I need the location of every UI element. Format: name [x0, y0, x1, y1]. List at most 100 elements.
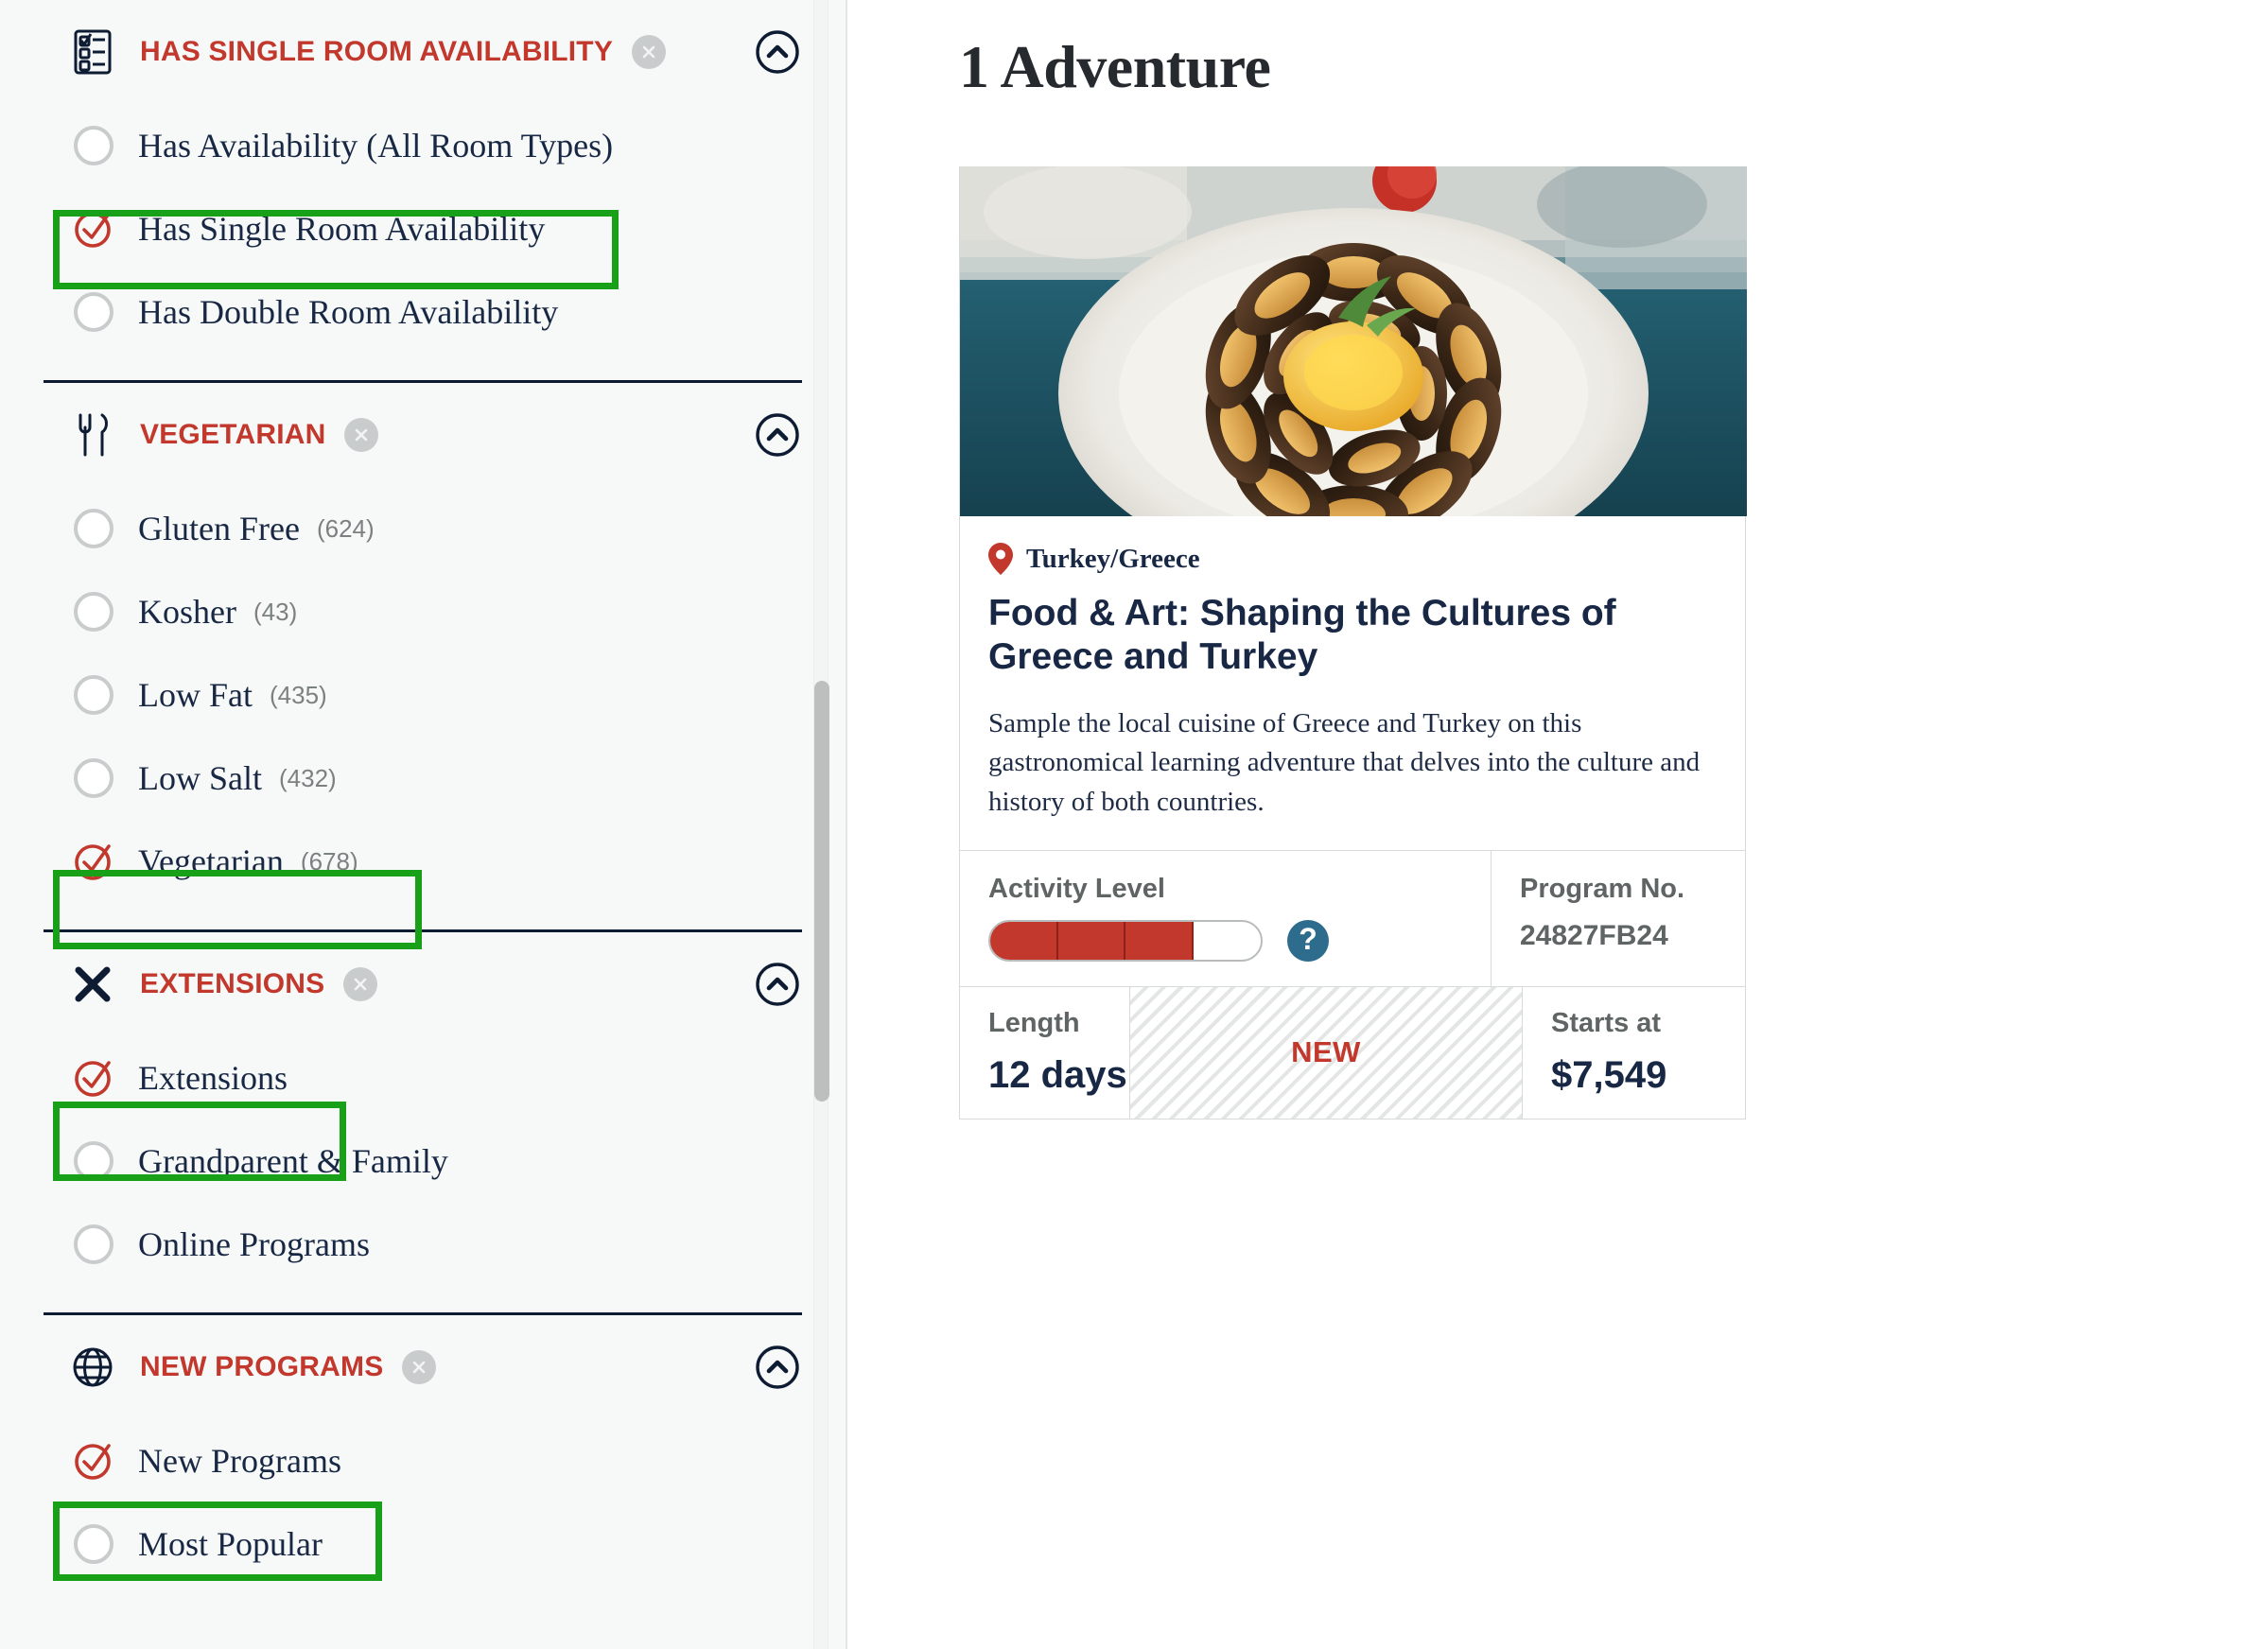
checklist-icon [70, 29, 115, 75]
filter-option[interactable]: Gluten Free (624) [0, 487, 802, 570]
price-cell: Starts at $7,549 [1523, 987, 1745, 1119]
filter-option-label: Low Fat [138, 676, 253, 714]
radio-unchecked-icon [74, 758, 113, 798]
length-cell: Length 12 days [960, 986, 1130, 1119]
activity-level-meter-wrap: ? [988, 919, 1462, 962]
check-circle-icon [71, 1055, 116, 1101]
filter-option[interactable]: Has Double Room Availability [0, 270, 802, 354]
facet-new-programs: NEW PROGRAMS New Programs Most Popular [0, 1315, 846, 1612]
filter-option[interactable]: Vegetarian (678) [0, 820, 802, 903]
check-circle-icon [71, 206, 116, 252]
filter-option-label: Has Double Room Availability [138, 293, 559, 331]
facet-title: EXTENSIONS [140, 968, 325, 999]
program-number-value: 24827FB24 [1520, 919, 1668, 951]
adventure-card[interactable]: Turkey/Greece Food & Art: Shaping the Cu… [959, 166, 1747, 1120]
clear-filter-icon[interactable] [402, 1350, 437, 1384]
length-value: 12 days [988, 1053, 1127, 1096]
facet-header[interactable]: NEW PROGRAMS [0, 1315, 846, 1419]
filter-option-label: Extensions [138, 1059, 288, 1097]
card-info-row-length-price: Length 12 days NEW Starts at $7,549 [960, 985, 1745, 1119]
filter-option[interactable]: Low Fat (435) [0, 653, 802, 737]
filters-sidebar: HAS SINGLE ROOM AVAILABILITY Has Availab… [0, 0, 847, 1649]
facet-options: Has Availability (All Room Types) Has Si… [0, 104, 846, 380]
filter-option[interactable]: Online Programs [0, 1203, 802, 1286]
clear-filter-icon[interactable] [632, 35, 667, 69]
filter-option[interactable]: Most Popular [0, 1502, 802, 1586]
filter-option[interactable]: Grandparent & Family [0, 1120, 802, 1203]
location-label: Turkey/Greece [1026, 543, 1200, 574]
radio-unchecked-icon [74, 126, 113, 165]
filter-option[interactable]: Low Salt (432) [0, 737, 802, 820]
activity-level-meter [988, 919, 1263, 962]
facet-options: New Programs Most Popular [0, 1419, 846, 1612]
filter-option-label: Has Availability (All Room Types) [138, 127, 614, 165]
new-badge-cell: NEW [1130, 986, 1523, 1119]
filter-option[interactable]: Extensions [0, 1036, 802, 1120]
filter-option-label: Low Salt [138, 759, 262, 797]
results-count-heading: 1 Adventure [959, 33, 1271, 100]
search-results-page: HAS SINGLE ROOM AVAILABILITY Has Availab… [0, 0, 2268, 1649]
filter-option[interactable]: New Programs [0, 1419, 802, 1502]
filter-option[interactable]: Kosher (43) [0, 570, 802, 653]
chevron-up-icon[interactable] [753, 27, 802, 77]
facet-title: NEW PROGRAMS [140, 1351, 384, 1382]
activity-segment-2 [1057, 921, 1125, 960]
chevron-up-icon[interactable] [753, 410, 802, 460]
program-number-label: Program No. [1520, 873, 1685, 904]
adventure-description: Sample the local cuisine of Greece and T… [988, 708, 1701, 817]
card-info-row-activity: Activity Level ? Program No. 24827FB24 [960, 849, 1745, 986]
facet-header[interactable]: EXTENSIONS [0, 932, 846, 1036]
status-badge: NEW [1291, 1035, 1361, 1069]
filters-list: HAS SINGLE ROOM AVAILABILITY Has Availab… [0, 0, 846, 1612]
activity-segment-4 [1194, 922, 1262, 960]
filter-option-label: New Programs [138, 1442, 341, 1480]
chevron-up-icon[interactable] [753, 960, 802, 1009]
filter-option-count: (43) [253, 597, 298, 626]
filter-option-label: Grandparent & Family [138, 1142, 448, 1180]
check-circle-icon [71, 839, 116, 884]
filter-option-count: (678) [300, 846, 358, 876]
sidebar-scrollbar-track[interactable] [813, 0, 829, 1649]
activity-level-cell: Activity Level ? [960, 850, 1492, 986]
radio-unchecked-icon [74, 675, 113, 715]
sidebar-scrollbar-thumb[interactable] [814, 681, 829, 1102]
filter-option-label: Gluten Free [138, 510, 300, 547]
filter-option-label: Has Single Room Availability [138, 210, 546, 248]
filter-option[interactable]: Has Availability (All Room Types) [0, 104, 802, 187]
facet-options: Extensions Grandparent & Family Online P… [0, 1036, 846, 1312]
chevron-up-icon[interactable] [753, 1343, 802, 1392]
activity-level-label: Activity Level [988, 873, 1165, 904]
results-panel: 1 Adventure Turkey/Greece Food & Art: Sh… [847, 0, 2268, 1649]
facet-options: Gluten Free (624) Kosher (43) Low Fat (4… [0, 487, 846, 929]
radio-unchecked-icon [74, 509, 113, 548]
radio-unchecked-icon [74, 592, 113, 632]
radio-unchecked-icon [74, 1524, 113, 1564]
filter-option-label: Most Popular [138, 1525, 323, 1563]
filter-option-count: (435) [270, 680, 327, 709]
adventure-photo [960, 166, 1747, 516]
check-circle-icon [71, 1438, 116, 1484]
filter-option-count: (432) [279, 763, 337, 792]
activity-segment-3 [1125, 921, 1194, 960]
facet-header[interactable]: VEGETARIAN [0, 383, 846, 487]
radio-unchecked-icon [74, 1141, 113, 1181]
globe-icon [70, 1345, 115, 1390]
clear-filter-icon[interactable] [344, 418, 379, 452]
location-row: Turkey/Greece [988, 543, 1717, 575]
x-mark-icon [70, 962, 115, 1007]
help-icon[interactable]: ? [1287, 919, 1329, 962]
facet-has-single-room-availability: HAS SINGLE ROOM AVAILABILITY Has Availab… [0, 0, 846, 380]
clear-filter-icon[interactable] [343, 967, 378, 1001]
fork-knife-icon [70, 412, 115, 458]
adventure-title[interactable]: Food & Art: Shaping the Cultures of Gree… [988, 592, 1717, 678]
adventure-card-body: Turkey/Greece Food & Art: Shaping the Cu… [960, 516, 1745, 850]
filter-option[interactable]: Has Single Room Availability [0, 187, 802, 270]
length-label: Length [988, 1007, 1080, 1038]
filter-option-label: Vegetarian [138, 842, 284, 880]
facet-title: VEGETARIAN [140, 419, 326, 450]
facet-header[interactable]: HAS SINGLE ROOM AVAILABILITY [0, 0, 846, 104]
filter-option-label: Kosher [138, 593, 236, 631]
radio-unchecked-icon [74, 1224, 113, 1264]
facet-title: HAS SINGLE ROOM AVAILABILITY [140, 36, 614, 67]
price-label: Starts at [1551, 1007, 1662, 1038]
